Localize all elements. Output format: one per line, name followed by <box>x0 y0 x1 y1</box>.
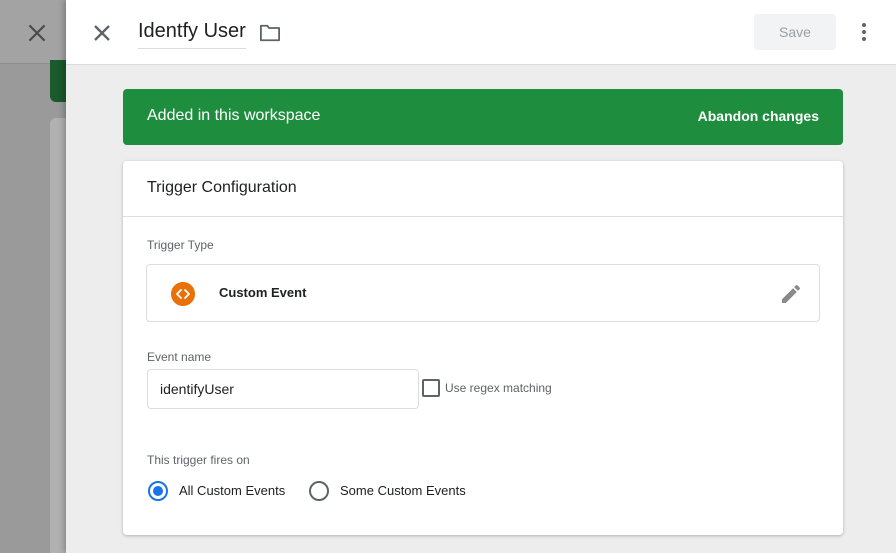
abandon-changes-button[interactable]: Abandon changes <box>698 108 819 124</box>
panel-header: Identfy User Save <box>66 0 896 65</box>
event-name-label: Event name <box>147 350 212 364</box>
trigger-type-label: Trigger Type <box>147 238 214 252</box>
event-name-input[interactable] <box>147 369 419 409</box>
regex-checkbox[interactable] <box>422 379 440 397</box>
trigger-type-name: Custom Event <box>219 285 307 300</box>
background-close-icon <box>28 24 46 42</box>
fires-on-label: This trigger fires on <box>147 453 250 467</box>
radio-some-custom-events[interactable] <box>309 481 329 501</box>
more-vert-icon[interactable] <box>854 20 874 44</box>
regex-label[interactable]: Use regex matching <box>445 381 552 395</box>
radio-label-some[interactable]: Some Custom Events <box>340 483 466 498</box>
pencil-icon[interactable] <box>779 282 803 306</box>
radio-all-custom-events[interactable] <box>148 481 168 501</box>
close-icon[interactable] <box>88 19 116 47</box>
trigger-configuration-card: Trigger Configuration Trigger Type Custo… <box>123 161 843 535</box>
workspace-status-banner: Added in this workspace Abandon changes <box>123 89 843 145</box>
folder-icon[interactable] <box>259 23 281 43</box>
code-brackets-icon <box>171 282 195 306</box>
radio-label-all[interactable]: All Custom Events <box>179 483 285 498</box>
save-button[interactable]: Save <box>754 14 836 50</box>
card-divider <box>123 216 843 217</box>
trigger-type-selector[interactable]: Custom Event <box>146 264 820 322</box>
trigger-name-title[interactable]: Identfy User <box>138 20 246 49</box>
banner-text: Added in this workspace <box>147 107 321 124</box>
card-title: Trigger Configuration <box>147 179 297 196</box>
trigger-editor-panel: Identfy User Save Added in this workspac… <box>66 0 896 553</box>
